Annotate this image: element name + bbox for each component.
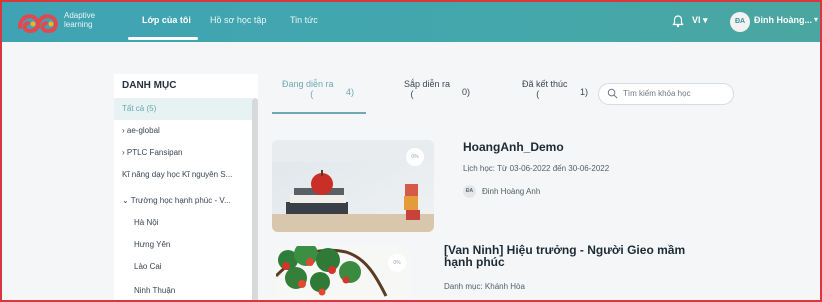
search-input[interactable]: Tìm kiếm khóa học bbox=[598, 83, 734, 105]
user-avatar[interactable]: ĐA bbox=[730, 12, 750, 32]
tab-upcoming-label: Sắp diễn ra bbox=[404, 79, 451, 89]
nav-my-classes[interactable]: Lớp của tôi bbox=[142, 15, 191, 25]
teacher-avatar: ĐA bbox=[463, 185, 476, 198]
tab-upcoming-paren: ( bbox=[410, 89, 414, 99]
sidebar-item-teaching-skills[interactable]: Kĩ năng dạy học Kĩ nguyên S... bbox=[114, 164, 252, 186]
tab-finished-label: Đã kết thúc bbox=[522, 79, 568, 89]
course-thumbnail[interactable]: 0% bbox=[272, 140, 434, 232]
language-selector[interactable]: VI ▾ bbox=[692, 15, 708, 26]
sidebar-item-ninh-thuan[interactable]: Ninh Thuận bbox=[114, 280, 252, 300]
logo-text-line1: Adaptive bbox=[64, 11, 96, 20]
sidebar-item-lao-cai[interactable]: Lào Cai bbox=[114, 256, 252, 278]
course-title[interactable]: HoangAnh_Demo bbox=[463, 140, 564, 154]
logo-text-line2: learning bbox=[64, 20, 93, 29]
search-icon bbox=[607, 88, 618, 99]
teacher-name: Đinh Hoàng Anh bbox=[482, 187, 541, 196]
progress-badge: 0% bbox=[406, 148, 424, 166]
bell-icon[interactable] bbox=[670, 13, 686, 29]
tab-upcoming[interactable]: Sắp diễn ra ( bbox=[404, 79, 450, 99]
course-title-2[interactable]: [Van Ninh] Hiệu trưởng - Người Gieo mầm … bbox=[444, 244, 685, 268]
app-frame: Adaptive learning Lớp của tôi Hồ sơ học … bbox=[0, 0, 822, 302]
user-menu-caret-icon[interactable]: ▾ bbox=[814, 15, 818, 24]
tab-finished-count: 1) bbox=[580, 87, 589, 97]
sidebar-item-ae-global[interactable]: › ae-global bbox=[114, 120, 252, 142]
tab-active-indicator bbox=[272, 112, 366, 114]
nav-learning-profile[interactable]: Hồ sơ học tập bbox=[210, 15, 266, 25]
sidebar-item-all[interactable]: Tất cả (5) bbox=[114, 98, 252, 120]
search-placeholder: Tìm kiếm khóa học bbox=[623, 89, 691, 98]
sidebar-scrollbar[interactable] bbox=[252, 98, 258, 300]
course-title-2-line2: hạnh phúc bbox=[444, 255, 505, 269]
tab-ongoing-paren: ( bbox=[310, 89, 314, 99]
logo-text: Adaptive learning bbox=[64, 11, 95, 29]
adaptive-learning-logo-icon[interactable] bbox=[16, 9, 64, 35]
progress-badge-2: 0% bbox=[388, 254, 406, 272]
sidebar-item-ptlc-fansipan[interactable]: › PTLC Fansipan bbox=[114, 142, 252, 164]
sidebar-title: DANH MỤC bbox=[122, 80, 177, 91]
tab-finished-paren: ( bbox=[536, 89, 540, 99]
category-sidebar: DANH MỤC Tất cả (5) › ae-global › PTLC F… bbox=[114, 74, 258, 300]
course-category: Danh mục: Khánh Hòa bbox=[444, 282, 525, 291]
nav-news[interactable]: Tin tức bbox=[290, 15, 318, 25]
tab-ongoing[interactable]: Đang diễn ra ( bbox=[282, 79, 334, 99]
tab-upcoming-count: 0) bbox=[462, 87, 471, 97]
tab-ongoing-label: Đang diễn ra bbox=[282, 79, 334, 89]
user-name[interactable]: Đinh Hoàng... bbox=[754, 15, 812, 25]
tab-finished[interactable]: Đã kết thúc ( bbox=[522, 79, 568, 99]
flower-tree-image bbox=[276, 246, 410, 300]
course-schedule: Lịch học: Từ 03-06-2022 đến 30-06-2022 bbox=[463, 164, 610, 173]
course-thumbnail-2[interactable]: 0% bbox=[276, 246, 410, 300]
tab-ongoing-count: 4) bbox=[346, 87, 355, 97]
sidebar-item-happy-school[interactable]: ⌄ Trường học hạnh phúc - V... bbox=[114, 190, 252, 212]
top-navigation-bar: Adaptive learning Lớp của tôi Hồ sơ học … bbox=[2, 2, 820, 42]
nav-active-indicator bbox=[128, 37, 198, 40]
sidebar-item-hung-yen[interactable]: Hưng Yên bbox=[114, 234, 252, 256]
sidebar-item-ha-noi[interactable]: Hà Nội bbox=[114, 212, 252, 234]
